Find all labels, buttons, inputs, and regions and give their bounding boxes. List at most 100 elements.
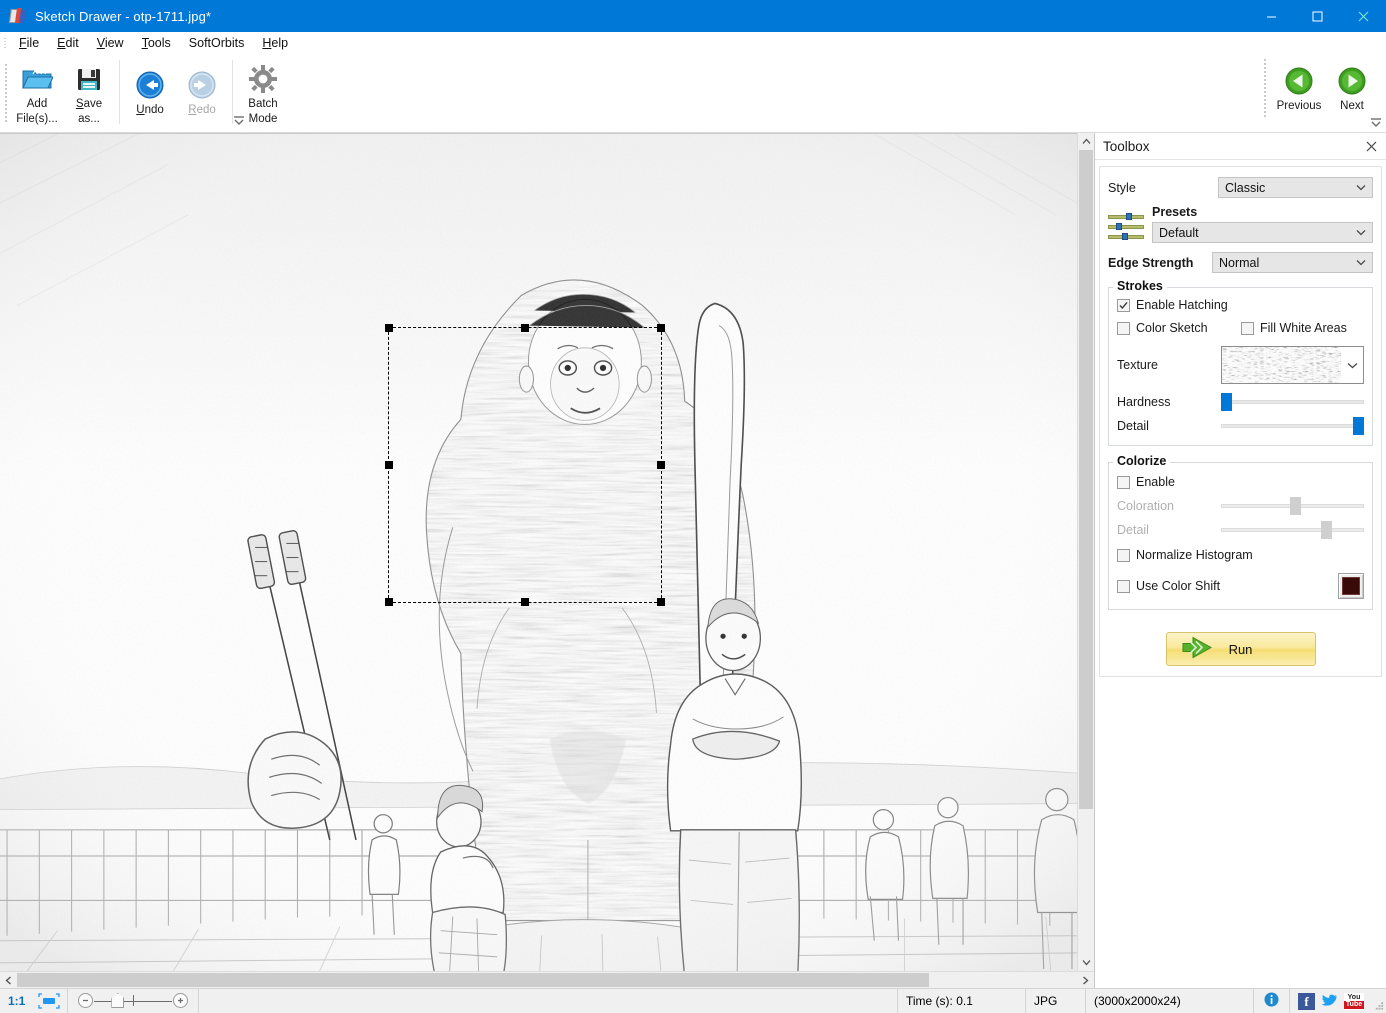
zoom-out-button[interactable] (78, 993, 94, 1008)
zoom-slider[interactable] (78, 992, 189, 1010)
strokes-detail-slider-thumb[interactable] (1353, 417, 1364, 435)
window-title: Sketch Drawer - otp-1711.jpg* (35, 8, 212, 24)
selection-handle-se[interactable] (657, 598, 665, 606)
fill-white-areas-checkbox[interactable]: Fill White Areas (1241, 321, 1347, 335)
scroll-left-button[interactable] (0, 972, 17, 988)
colorize-detail-slider[interactable] (1221, 521, 1364, 539)
fit-to-window-icon (38, 993, 60, 1009)
fill-white-areas-label: Fill White Areas (1260, 321, 1347, 335)
toolbar-separator-1 (119, 60, 120, 124)
facebook-icon[interactable]: f (1298, 992, 1315, 1010)
canvas-vertical-scrollbar[interactable] (1077, 133, 1094, 971)
status-spacer (199, 989, 898, 1013)
horizontal-scroll-track[interactable] (17, 972, 1077, 988)
edge-strength-dropdown[interactable]: Normal (1212, 252, 1373, 273)
vertical-scroll-thumb[interactable] (1079, 150, 1093, 810)
colorize-detail-row: Detail (1117, 521, 1364, 539)
toolbox-title: Toolbox (1103, 138, 1150, 154)
presets-label: Presets (1152, 205, 1198, 219)
zoom-slider-thumb[interactable] (111, 993, 125, 1008)
toolbar-overflow-button[interactable] (232, 114, 246, 126)
chevron-down-icon (1352, 229, 1370, 236)
selection-rectangle[interactable] (385, 324, 665, 606)
selection-handle-ne[interactable] (657, 324, 665, 332)
close-button[interactable] (1340, 0, 1386, 32)
colorize-group: Colorize Enable Coloration Detail Normal… (1108, 454, 1373, 610)
colorize-detail-slider-thumb[interactable] (1321, 521, 1333, 539)
youtube-icon[interactable]: You Tube (1343, 992, 1365, 1010)
canvas-horizontal-scrollbar[interactable] (0, 971, 1094, 988)
enable-hatching-checkbox[interactable]: Enable Hatching (1117, 298, 1364, 312)
fit-to-window-button[interactable] (31, 989, 69, 1013)
redo-arrow-icon (187, 68, 217, 102)
run-button-label: Run (1228, 641, 1253, 657)
style-dropdown[interactable]: Classic (1218, 177, 1373, 198)
undo-button[interactable]: Undo (124, 58, 176, 118)
color-sketch-checkbox[interactable]: Color Sketch (1117, 321, 1241, 335)
minimize-button[interactable] (1248, 0, 1294, 32)
window-controls (1248, 0, 1386, 32)
chevron-down-icon (1352, 184, 1370, 191)
zoom-slider-cell (68, 989, 200, 1013)
run-button[interactable]: Run (1165, 632, 1316, 666)
add-files-button[interactable]: Add File(s)... (11, 58, 63, 126)
strokes-group: Strokes Enable Hatching Color Sketch Fil… (1108, 279, 1373, 446)
vertical-scroll-track[interactable] (1078, 150, 1094, 954)
scroll-up-button[interactable] (1078, 133, 1094, 150)
menu-item-view[interactable]: View (88, 34, 133, 52)
horizontal-scroll-thumb[interactable] (17, 973, 929, 987)
style-value: Classic (1225, 180, 1266, 195)
use-color-shift-checkbox[interactable]: Use Color Shift (1117, 579, 1220, 593)
resize-grip[interactable] (1372, 989, 1386, 1013)
texture-dropdown[interactable] (1220, 346, 1364, 384)
info-button[interactable] (1254, 989, 1290, 1013)
menu-item-softorbits[interactable]: SoftOrbits (180, 34, 254, 52)
chevron-down-icon (1352, 259, 1370, 266)
colorize-enable-checkbox[interactable]: Enable (1117, 475, 1364, 489)
save-as-button[interactable]: Save as... (63, 58, 115, 126)
maximize-button[interactable] (1294, 0, 1340, 32)
strokes-group-title: Strokes (1113, 279, 1167, 293)
scroll-down-button[interactable] (1078, 954, 1094, 971)
open-folder-icon (21, 62, 53, 96)
toolbar-grip[interactable] (0, 54, 11, 132)
menu-item-file[interactable]: FFileile (10, 34, 48, 52)
coloration-slider-thumb[interactable] (1289, 497, 1301, 515)
edge-strength-label: Edge Strength (1108, 255, 1194, 270)
floppy-disk-icon (75, 62, 103, 96)
checkbox-box (1241, 321, 1254, 335)
processing-time-status: Time (s): 0.1 (898, 989, 1026, 1013)
hardness-slider[interactable] (1221, 393, 1364, 411)
selection-handle-e[interactable] (657, 461, 665, 469)
menu-item-tools[interactable]: Tools (133, 34, 180, 52)
color-shift-swatch[interactable] (1338, 573, 1364, 599)
zoom-in-button[interactable] (173, 993, 189, 1008)
coloration-slider[interactable] (1221, 497, 1364, 515)
scroll-right-button[interactable] (1077, 972, 1094, 988)
selection-handle-nw[interactable] (385, 324, 393, 332)
selection-handle-w[interactable] (385, 461, 393, 469)
next-button[interactable]: Next (1328, 58, 1376, 118)
image-canvas[interactable] (0, 133, 1077, 971)
hardness-slider-thumb[interactable] (1221, 393, 1232, 411)
batch-mode-label-line1: Batch (248, 98, 278, 110)
twitter-icon[interactable] (1321, 993, 1338, 1010)
menu-item-edit[interactable]: Edit (48, 34, 88, 52)
hardness-row: Hardness (1117, 393, 1364, 411)
previous-button[interactable]: Previous (1270, 58, 1328, 118)
selection-handle-s[interactable] (521, 598, 529, 606)
toolbox-close-icon[interactable] (1362, 137, 1380, 155)
checkbox-box (1117, 548, 1130, 562)
style-row: Style Classic (1108, 177, 1373, 198)
menu-item-help[interactable]: Help (253, 34, 297, 52)
toolbar-nav-overflow-button[interactable] (1369, 116, 1383, 128)
presets-dropdown[interactable]: Default (1152, 222, 1373, 243)
selection-handle-sw[interactable] (385, 598, 393, 606)
selection-handle-n[interactable] (521, 324, 529, 332)
texture-label: Texture (1117, 358, 1158, 372)
toolbar-nav-grip[interactable] (1259, 58, 1270, 118)
normalize-histogram-checkbox[interactable]: Normalize Histogram (1117, 548, 1364, 562)
strokes-detail-slider[interactable] (1221, 417, 1364, 435)
redo-button[interactable]: Redo (176, 58, 228, 118)
edge-strength-row: Edge Strength Normal (1108, 252, 1373, 273)
